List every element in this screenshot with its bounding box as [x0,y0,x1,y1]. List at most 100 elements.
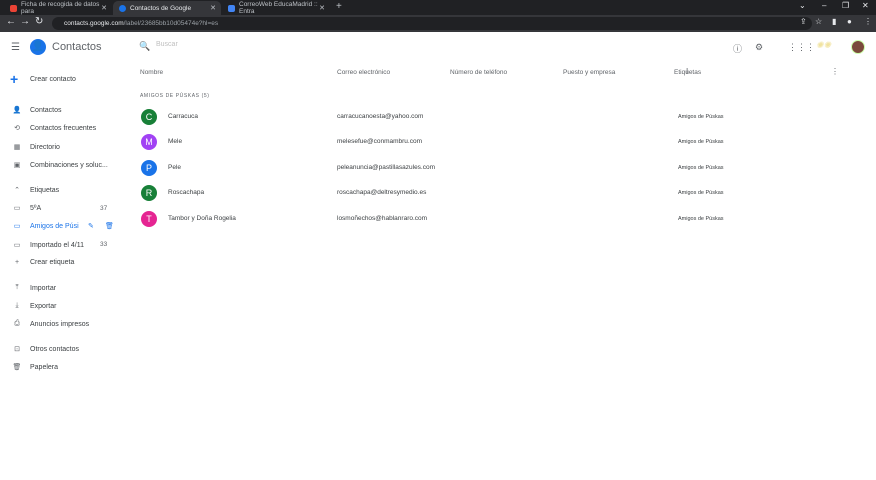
contact-email: peleanuncia@pastillasazules.com [337,164,436,171]
reload-icon[interactable]: ↻ [35,16,43,27]
label-count: 33 [100,241,108,248]
sidebar-item-other-contacts[interactable]: ⊡ Otros contactos [11,345,79,354]
contact-email: melesefue@conmambru.com [337,138,422,145]
restore-icon[interactable]: ❐ [842,1,849,10]
forward-icon[interactable]: → [20,16,30,27]
contact-label-chip: Amigos de Púskas [678,216,724,222]
contact-avatar: T [141,211,157,227]
column-header-email[interactable]: Correo electrónico [337,69,390,76]
contact-name: Carracuca [168,113,198,120]
close-tab-icon[interactable]: ✕ [210,4,216,12]
print-icon: ⎙ [14,320,20,327]
sidebar-item-print[interactable]: ⎙ Anuncios impresos [11,320,89,328]
browser-tab-bar: Ficha de recogida de datos para ✕ Contac… [0,0,876,15]
contact-label-chip: Amigos de Púskas [678,165,724,171]
column-header-phone[interactable]: Número de teléfono [450,69,507,76]
contact-email: carracucanoesta@yahoo.com [337,113,424,120]
table-row[interactable]: P Pele peleanuncia@pastillasazules.com A… [135,156,835,181]
chevron-up-icon: ⌃ [14,187,20,194]
browser-toolbar: ← → ↻ contacts.google.com/label/23685bb1… [0,15,876,32]
minimize-icon[interactable]: – [822,1,826,10]
table-row[interactable]: C Carracuca carracucanoesta@yahoo.com Am… [135,105,835,130]
download-icon: ⤓ [15,302,19,309]
contact-label-chip: Amigos de Púskas [678,114,724,120]
domain-icon: ▦ [13,144,21,151]
section-title: AMIGOS DE PÚSKAS (5) [140,93,210,99]
column-header-name[interactable]: Nombre [140,69,163,76]
contact-name: Roscachapa [168,189,205,196]
plus-icon: + [10,71,19,87]
sidebar-item-frequent[interactable]: ⟲ Contactos frecuentes [11,124,96,133]
table-row[interactable]: M Mele melesefue@conmambru.com Amigos de… [135,130,835,155]
edit-label-pencil-icon[interactable]: ✎ [88,222,94,230]
close-window-icon[interactable]: ✕ [862,1,869,10]
bookmark-star-icon[interactable]: ☆ [815,17,822,26]
inbox-icon: ⊡ [14,346,20,353]
sidebar-item-contacts[interactable]: 👤 Contactos [11,106,62,115]
close-tab-icon[interactable]: ✕ [319,4,325,12]
profile-icon[interactable]: ● [847,17,852,26]
browser-tab-ficha[interactable]: Ficha de recogida de datos para ✕ [4,1,112,15]
sidebar-item-directory[interactable]: ▦ Directorio [11,143,60,152]
main-menu-icon[interactable]: ☰ [11,42,20,53]
column-header-job[interactable]: Puesto y empresa [563,69,615,76]
sidebar-item-import[interactable]: ⤒ Importar [11,284,56,292]
upload-icon: ⤒ [15,284,19,291]
history-icon: ⟲ [14,125,20,132]
contact-label-chip: Amigos de Púskas [678,139,724,145]
contacts-favicon-icon [119,4,126,12]
search-icon[interactable]: 🔍 [139,41,150,52]
tab-search-icon[interactable]: ⌄ [799,1,806,10]
create-label-button[interactable]: + Crear etiqueta [11,259,74,266]
person-icon: 👤 [12,107,22,114]
contact-name: Pele [168,164,182,171]
close-tab-icon[interactable]: ✕ [101,4,107,12]
search-input[interactable] [156,41,356,48]
share-icon[interactable]: ⇪ [800,17,807,26]
address-bar[interactable]: contacts.google.com/label/23685bb10d0547… [52,17,812,30]
account-avatar[interactable] [851,40,865,54]
auto-fix-icon: ▣ [13,162,21,169]
contact-email: losmoñechos@hablanraro.com [337,215,428,222]
browser-menu-icon[interactable]: ⋮ [864,17,872,26]
label-count: 37 [100,205,108,212]
plus-icon: + [14,259,20,266]
help-icon[interactable]: ⓘ [733,42,742,55]
new-tab-icon[interactable]: + [336,1,342,12]
delete-label-icon[interactable]: 🗑 [105,222,114,230]
contact-avatar: R [141,185,157,201]
sidebar-item-trash[interactable]: 🗑 Papelera [11,363,58,372]
app-title[interactable]: Contactos [52,41,102,53]
table-row[interactable]: T Tambor y Doña Rogelia losmoñechos@habl… [135,207,835,232]
contact-avatar: P [141,160,157,176]
create-contact-button[interactable]: + Crear contacto [10,71,76,87]
mail-favicon-icon [228,4,235,12]
contact-email: roscachapa@deltresymedio.es [337,189,427,196]
label-icon: ▭ [13,223,21,230]
gmail-icon [10,4,17,12]
sidebar-label-amigos[interactable]: ▭ Amigos de Púsi [11,222,79,231]
label-icon: ▭ [13,205,21,212]
more-options-icon[interactable]: ⋮ [831,67,839,76]
apps-grid-icon[interactable]: ⋮⋮⋮ [788,42,815,53]
contact-avatar: M [141,134,157,150]
sidebar-label-importado[interactable]: ▭ Importado el 4/11 [11,241,84,250]
browser-tab-correoweb[interactable]: CorreoWeb EducaMadrid :: Entra ✕ [222,1,330,15]
contact-name: Mele [168,138,183,145]
contact-label-chip: Amigos de Púskas [678,190,724,196]
label-icon: ▭ [13,242,21,249]
side-panel-icon[interactable]: ▮ [832,17,836,26]
contact-avatar: C [141,109,157,125]
sidebar-item-merge-fix[interactable]: ▣ Combinaciones y soluc... [11,161,108,170]
labels-section-toggle[interactable]: ⌃ Etiquetas [11,186,59,195]
settings-gear-icon[interactable]: ⚙ [755,42,763,53]
sidebar-item-export[interactable]: ⤓ Exportar [11,302,56,310]
trash-icon: 🗑 [12,364,22,371]
table-row[interactable]: R Roscachapa roscachapa@deltresymedio.es… [135,181,835,206]
sidebar-label-5a[interactable]: ▭ 5ºA [11,204,41,213]
workspace-logo: ✺✺ [816,40,832,50]
mouse-cursor-icon: I [686,67,689,76]
browser-tab-contactos[interactable]: Contactos de Google ✕ [113,1,221,15]
contact-name: Tambor y Doña Rogelia [168,215,236,222]
back-icon[interactable]: ← [6,16,16,27]
